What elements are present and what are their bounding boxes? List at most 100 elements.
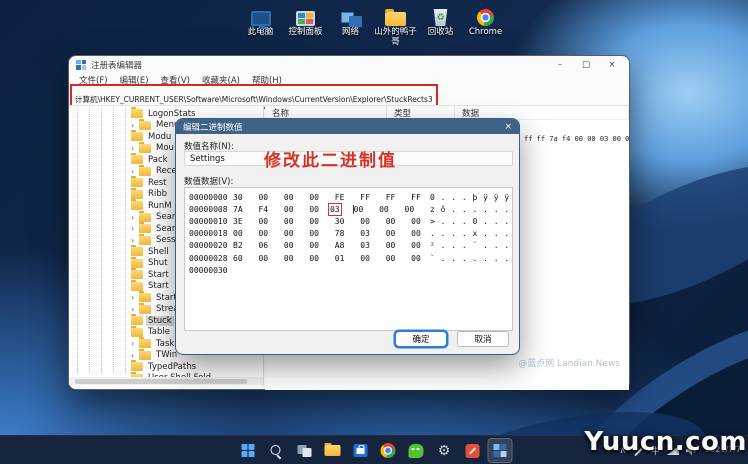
- registry-key-folder-icon: [131, 256, 143, 268]
- maximize-button[interactable]: □: [573, 58, 599, 72]
- dialog-buttons: 确定 取消: [395, 331, 509, 347]
- search-button[interactable]: [264, 438, 289, 463]
- desktop-icon-chrome[interactable]: Chrome: [463, 2, 508, 48]
- desktop-icon-label: 网络: [341, 27, 359, 37]
- close-button[interactable]: ×: [599, 58, 625, 72]
- dialog-titlebar: 编辑二进制数值 ×: [176, 119, 519, 134]
- expand-chevron-icon[interactable]: [131, 224, 139, 233]
- hex-editor[interactable]: 00000000 30 00 00 00 FE FF FF FF 0 . . .…: [184, 187, 513, 331]
- registry-key-folder-icon: [131, 176, 143, 188]
- hex-offset: 00000018: [189, 229, 228, 239]
- tree-item[interactable]: TypedPaths: [69, 360, 263, 373]
- hex-row: 00000000 30 00 00 00 FE FF FF FF 0 . . .…: [189, 191, 510, 203]
- red-app-icon: [465, 443, 479, 458]
- dialog-title: 编辑二进制数值: [183, 122, 243, 133]
- tree-guide-line: [77, 108, 78, 373]
- pinned-app-button[interactable]: [460, 438, 485, 463]
- registry-key-folder-icon: [139, 141, 151, 153]
- tree-item-label: Pack: [148, 154, 168, 165]
- registry-key-folder-icon: [139, 118, 151, 130]
- desktop-icon-label: Chrome: [468, 27, 503, 37]
- task-view-icon: [297, 444, 311, 457]
- registry-key-folder-icon: [139, 222, 151, 234]
- registry-key-folder-icon: [131, 187, 143, 199]
- highlighted-byte-box: 03: [327, 202, 343, 217]
- expand-chevron-icon[interactable]: [131, 339, 139, 348]
- registry-key-folder-icon: [139, 210, 151, 222]
- start-button[interactable]: [236, 438, 261, 463]
- microsoft-store-button[interactable]: [348, 438, 373, 463]
- hex-offset: 00000010: [189, 216, 228, 226]
- windows-logo-icon: [241, 444, 255, 457]
- wechat-button[interactable]: [404, 438, 429, 463]
- hex-bytes: 3E 00 00 00 30 00 00 00: [233, 216, 421, 226]
- hex-ascii: 0 . . . þ ÿ ÿ ÿ: [430, 192, 510, 202]
- desktop-icon-recycle-bin[interactable]: ♻ 回收站: [418, 2, 463, 48]
- tree-guide-line: [89, 108, 90, 373]
- desktop-icon-this-pc[interactable]: 此电脑: [238, 2, 283, 48]
- registry-key-folder-icon: [131, 153, 143, 165]
- hex-offset: 00000030: [189, 265, 228, 275]
- tree-item-label: TypedPaths: [148, 361, 197, 372]
- tree-guide-line: [113, 108, 114, 373]
- desktop-icon-control-panel[interactable]: 控制面板: [283, 2, 328, 48]
- chrome-icon: [477, 9, 494, 26]
- expand-chevron-icon[interactable]: [131, 293, 139, 302]
- cancel-button[interactable]: 取消: [457, 331, 509, 347]
- dialog-close-icon[interactable]: ×: [504, 122, 512, 132]
- recycle-bin-icon: ♻: [433, 9, 448, 26]
- hex-bytes: 60 00 00 00 01 00 00 00: [233, 253, 421, 263]
- tree-item-label: Shut: [148, 258, 168, 269]
- tree-item-label: Ribb: [148, 189, 168, 200]
- settings-button[interactable]: ⚙: [432, 438, 457, 463]
- site-watermark: Yuucn.com: [584, 427, 747, 457]
- this-pc-icon: [250, 11, 271, 29]
- publisher-watermark: @蓝点网 Landian.News: [518, 359, 620, 369]
- dialog-body: 数值名称(N): Settings 修改此二进制值 数值数据(V): 00000…: [176, 134, 519, 354]
- chrome-button[interactable]: [376, 438, 401, 463]
- registry-key-folder-icon: [131, 360, 143, 372]
- wechat-icon: [408, 443, 424, 458]
- tree-item-label: Sear: [156, 223, 176, 234]
- tree-item-label: Table: [148, 327, 170, 338]
- expand-chevron-icon[interactable]: [131, 167, 139, 176]
- task-view-button[interactable]: [292, 438, 317, 463]
- hex-ascii: . . . . x . . .: [430, 229, 510, 239]
- registry-key-folder-icon: [139, 164, 151, 176]
- minimize-button[interactable]: –: [547, 58, 573, 72]
- registry-key-folder-icon: [131, 130, 143, 142]
- expand-chevron-icon[interactable]: [131, 121, 139, 130]
- expand-chevron-icon[interactable]: [131, 236, 139, 245]
- search-icon: [270, 444, 283, 457]
- address-path: 计算机\HKEY_CURRENT_USER\Software\Microsoft…: [75, 94, 433, 104]
- network-icon: [340, 12, 362, 27]
- folder-icon: [385, 9, 406, 26]
- expand-chevron-icon[interactable]: [131, 213, 139, 222]
- hex-bytes: B2 06 00 00 A8 03 00 00: [233, 241, 421, 251]
- scrollbar-thumb[interactable]: [75, 378, 247, 384]
- hex-bytes: 7A F4 00 00 03 00 00 00: [233, 202, 415, 217]
- file-explorer-button[interactable]: [320, 438, 345, 463]
- registry-key-folder-icon: [131, 279, 143, 291]
- desktop-icon-network[interactable]: 网络: [328, 2, 373, 48]
- address-bar[interactable]: 计算机\HKEY_CURRENT_USER\Software\Microsoft…: [69, 83, 629, 109]
- desktop-icon-label: 此电脑: [247, 27, 274, 37]
- expand-chevron-icon[interactable]: [131, 305, 139, 314]
- horizontal-scrollbar[interactable]: [69, 377, 263, 385]
- desktop-icon-label: 控制面板: [288, 27, 323, 37]
- ok-button[interactable]: 确定: [395, 331, 447, 347]
- hex-offset: 00000000: [189, 192, 228, 202]
- tree-item-label: RunM: [148, 200, 172, 211]
- registry-key-folder-icon: [131, 199, 143, 211]
- desktop: 此电脑 控制面板 网络 山外的鸭子哥 ♻ 回收站 Chrome 注册表编辑器 –: [0, 0, 748, 464]
- desktop-icon-label: 山外的鸭子哥: [374, 27, 417, 47]
- expand-chevron-icon[interactable]: [131, 144, 139, 153]
- expand-chevron-icon[interactable]: [131, 351, 139, 360]
- tree-item-label: Start: [148, 269, 169, 280]
- desktop-icon-folder[interactable]: 山外的鸭子哥: [373, 2, 418, 48]
- regedit-taskbar-button[interactable]: [487, 438, 513, 463]
- registry-key-folder-icon: [139, 233, 151, 245]
- regedit-icon: [493, 444, 507, 457]
- hex-offset: 00000008: [189, 204, 228, 214]
- registry-key-folder-icon: [139, 302, 151, 314]
